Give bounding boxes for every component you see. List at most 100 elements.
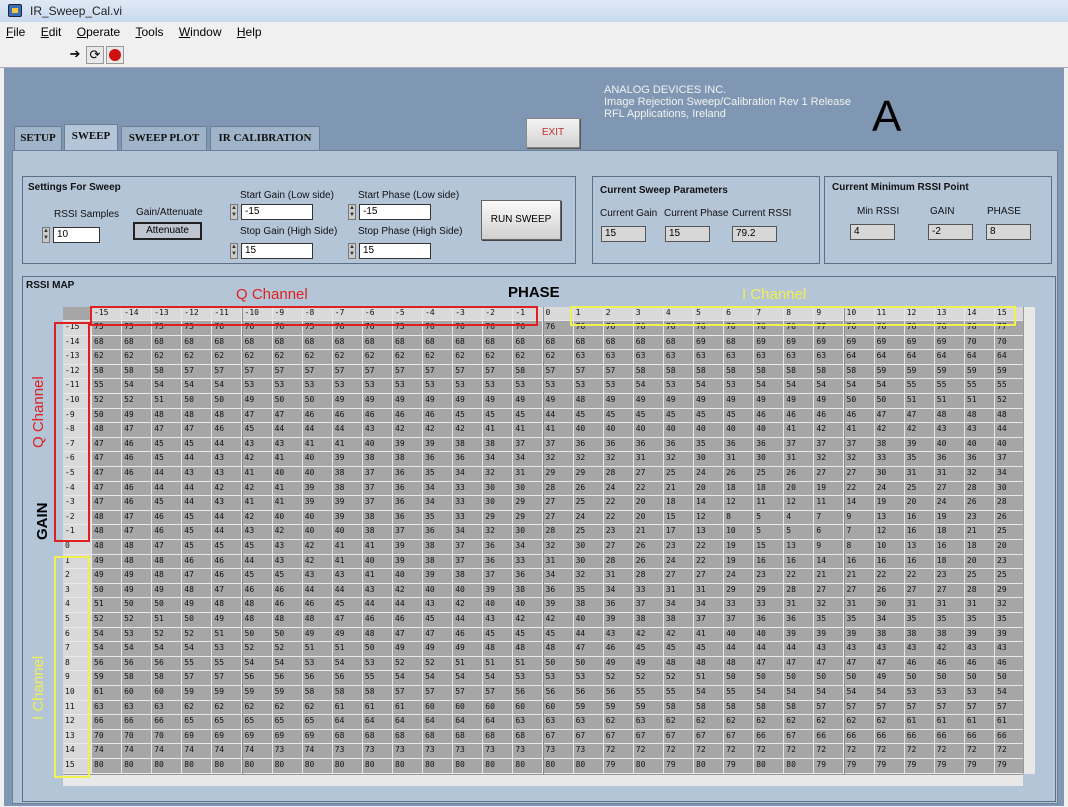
rssi-cell: 49 <box>814 394 845 409</box>
tab-ir-calibration[interactable]: IR CALIBRATION <box>210 126 320 150</box>
rssi-cell: 50 <box>242 627 273 643</box>
rssi-cell: 72 <box>874 744 905 759</box>
abort-icon[interactable] <box>106 46 124 64</box>
rssi-cell: 47 <box>784 656 815 672</box>
menu-tools[interactable]: Tools <box>129 22 169 39</box>
rssi-cell: 62 <box>122 350 153 365</box>
rssi-cell: 54 <box>212 379 243 394</box>
rssi-cell: 38 <box>423 540 454 555</box>
rssi-cell: 62 <box>483 350 514 365</box>
rssi-cell: 48 <box>543 642 574 657</box>
tab-sweep[interactable]: SWEEP <box>64 124 118 150</box>
rssi-cell: 42 <box>934 642 965 657</box>
start-gain-field[interactable]: -15 <box>241 204 313 220</box>
rssi-cell: 42 <box>633 627 664 643</box>
rssi-cell: 23 <box>754 569 785 584</box>
rssi-cell: 48 <box>92 540 123 555</box>
rssi-cell: 48 <box>122 554 153 570</box>
menu-operate[interactable]: Operate <box>71 22 126 39</box>
stop-phase-field[interactable]: 15 <box>359 243 431 259</box>
rssi-cell: 7 <box>844 525 875 540</box>
rssi-cell: 28 <box>543 525 574 540</box>
rssi-cell: 54 <box>332 656 363 672</box>
rssi-cell: 62 <box>272 350 303 365</box>
menu-edit[interactable]: Edit <box>35 22 68 39</box>
stop-gain-spinner[interactable]: ▲ ▼ <box>230 243 238 259</box>
stop-gain-field[interactable]: 15 <box>241 243 313 259</box>
menu-window[interactable]: Window <box>173 22 228 39</box>
rssi-cell: 68 <box>543 335 574 351</box>
rssi-cell: 46 <box>754 408 785 424</box>
rssi-cell: 73 <box>362 744 393 759</box>
rssi-cell: 19 <box>934 510 965 526</box>
stop-phase-spinner[interactable]: ▲ ▼ <box>348 243 356 259</box>
rssi-cell: 49 <box>242 394 273 409</box>
rssi-cell: 36 <box>784 613 815 628</box>
start-phase-spinner[interactable]: ▲ ▼ <box>348 204 356 220</box>
rssi-cell: 57 <box>423 686 454 701</box>
rssi-cell: 65 <box>182 715 213 730</box>
rssi-cell: 56 <box>152 656 183 672</box>
i-channel-side-label: I Channel <box>30 655 47 720</box>
rssi-cell: 41 <box>844 423 875 438</box>
gain-attenuate-toggle[interactable]: Attenuate <box>133 222 202 240</box>
start-gain-spinner[interactable]: ▲ ▼ <box>230 204 238 220</box>
rssi-cell: 47 <box>92 496 123 511</box>
rssi-cell: 68 <box>362 729 393 745</box>
rssi-cell: 63 <box>152 700 183 716</box>
rssi-cell: 39 <box>393 554 424 570</box>
rssi-cell: 73 <box>332 744 363 759</box>
rssi-cell: 36 <box>543 583 574 599</box>
rssi-cell: 49 <box>513 394 544 409</box>
tab-setup[interactable]: SETUP <box>14 126 62 150</box>
rssi-cell: 39 <box>814 627 845 643</box>
rssi-cell: 45 <box>212 540 243 555</box>
rssi-samples-field[interactable]: 10 <box>53 227 100 243</box>
rssi-cell: 63 <box>633 350 664 365</box>
run-arrow-icon[interactable]: ➔ <box>66 46 84 64</box>
rssi-cell: 16 <box>904 525 935 540</box>
rssi-cell: 53 <box>543 671 574 686</box>
menu-file[interactable]: File <box>0 22 31 39</box>
rssi-cell: 45 <box>633 408 664 424</box>
run-continuously-icon[interactable]: ⟳ <box>86 46 104 64</box>
rssi-cell: 62 <box>302 700 333 716</box>
rssi-cell: 46 <box>784 408 815 424</box>
rssi-cell: 37 <box>995 452 1026 467</box>
rssi-cell: 27 <box>844 467 875 482</box>
exit-button[interactable]: EXIT <box>526 118 580 148</box>
rssi-cell: 46 <box>904 656 935 672</box>
rssi-cell: 33 <box>513 554 544 570</box>
rssi-cell: 44 <box>543 408 574 424</box>
rssi-samples-spinner[interactable]: ▲ ▼ <box>42 227 50 243</box>
rssi-cell: 46 <box>152 510 183 526</box>
rssi-cell: 36 <box>393 467 424 482</box>
tab-sweep-plot[interactable]: SWEEP PLOT <box>121 126 207 150</box>
rssi-cell: 62 <box>212 700 243 716</box>
menu-help[interactable]: Help <box>231 22 268 39</box>
rssi-cell: 16 <box>844 554 875 570</box>
rssi-cell: 58 <box>814 364 845 380</box>
rssi-cell: 64 <box>904 350 935 365</box>
rssi-cell: 55 <box>362 671 393 686</box>
rssi-cell: 46 <box>995 656 1026 672</box>
rssi-cell: 74 <box>92 744 123 759</box>
rssi-cell: 26 <box>874 583 905 599</box>
horizontal-scrollbar[interactable] <box>63 774 1023 786</box>
rssi-cell: 57 <box>543 364 574 380</box>
rssi-cell: 66 <box>874 729 905 745</box>
rssi-cell: 59 <box>272 686 303 701</box>
rssi-cell: 54 <box>92 642 123 657</box>
rssi-cell: 80 <box>483 759 514 774</box>
rssi-cell: 66 <box>92 715 123 730</box>
current-phase-label: Current Phase <box>664 208 729 219</box>
rssi-cell: 62 <box>453 350 484 365</box>
vertical-scrollbar[interactable] <box>1023 307 1035 774</box>
start-phase-field[interactable]: -15 <box>359 204 431 220</box>
window-title: IR_Sweep_Cal.vi <box>30 4 123 18</box>
rssi-cell: 56 <box>92 656 123 672</box>
run-sweep-button[interactable]: RUN SWEEP <box>481 200 561 240</box>
rssi-cell: 44 <box>182 481 213 497</box>
rssi-cell: 68 <box>483 729 514 745</box>
rssi-cell: 69 <box>844 335 875 351</box>
